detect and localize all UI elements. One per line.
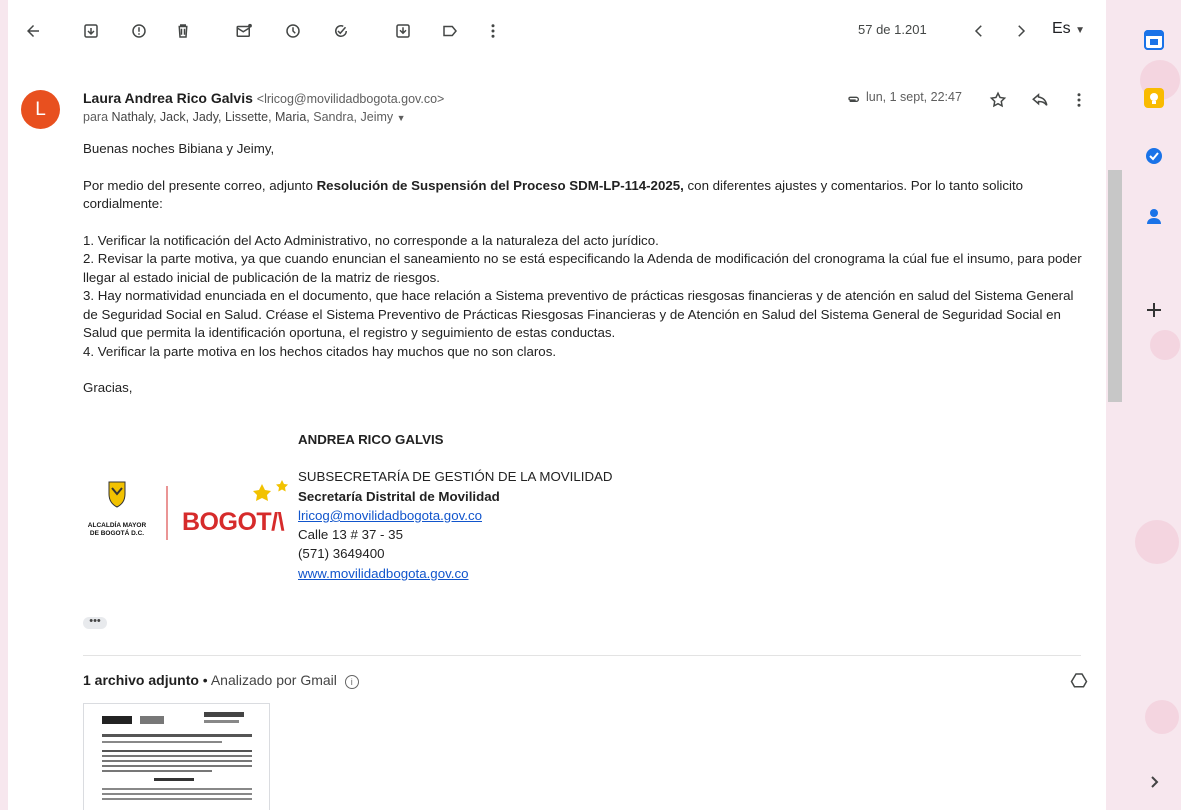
closing: Gracias, [83,380,133,395]
signature-address: Calle 13 # 37 - 35 [298,527,403,543]
logo-left-text-2: DE BOGOTÁ D.C. [89,530,145,537]
chevron-left-icon[interactable] [968,20,990,42]
pager-count: 57 de 1.201 [858,22,927,37]
list-item: 4. Verificar la parte motiva en los hech… [83,343,557,359]
attachments-separator: • [198,672,211,688]
snooze-icon[interactable] [282,20,304,42]
sender-line: Laura Andrea Rico Galvis <lricog@movilid… [83,90,444,106]
add-to-drive-icon[interactable] [1069,670,1089,690]
greeting: Buenas noches Bibiana y Jeimy, [83,141,275,156]
sender-name[interactable]: Laura Andrea Rico Galvis [83,90,253,106]
caret-down-icon: ▼ [1075,25,1086,36]
info-icon[interactable]: i [344,675,359,689]
attachments-count: 1 archivo adjunto [83,672,199,688]
input-tools-button[interactable]: Es ▼ [1052,20,1085,38]
archive-icon[interactable] [80,20,102,42]
signature-logo: ALCALDÍA MAYOR DE BOGOTÁ D.C. BOGOT/\ [86,478,296,548]
signature-block: ANDREA RICO GALVIS SUBSECRETARÍA DE GEST… [298,430,613,583]
reply-icon[interactable] [1030,90,1050,110]
chevron-right-icon[interactable] [1010,20,1032,42]
signature-dept: SUBSECRETARÍA DE GESTIÓN DE LA MOVILIDAD [298,469,613,485]
recipients-line: para Nathaly, Jack, Jady, Lissette, Mari… [83,110,406,124]
intro-bold: Resolución de Suspensión del Proceso SDM… [316,177,684,193]
avatar-letter: L [35,98,46,120]
signature-website-link[interactable]: www.movilidadbogota.gov.co [298,566,469,581]
signature-email-link[interactable]: lricog@movilidadbogota.gov.co [298,508,482,523]
add-task-icon[interactable] [330,20,352,42]
toolbar: 57 de 1.201 Es ▼ [8,0,1106,64]
side-panel-rail [1130,0,1181,810]
intro-before: Por medio del presente correo, adjunto [83,177,317,193]
recipients-prefix: para [83,110,109,124]
list-item: 1. Verificar la notificación del Acto Ad… [83,232,659,248]
star-icon[interactable] [988,90,1008,110]
tasks-icon[interactable] [1144,146,1164,166]
logo-left-text-1: ALCALDÍA MAYOR [87,522,147,529]
sender-email: <lricog@movilidadbogota.gov.co> [256,92,445,106]
recipients-bold: Nathaly, Jack, Jady, Lissette, Maria, [111,110,310,124]
back-arrow-icon[interactable] [22,20,44,42]
input-tools-label: Es [1052,20,1071,37]
attachment-clip-icon [843,90,863,110]
sender-avatar[interactable]: L [21,90,60,129]
more-options-icon[interactable] [1069,90,1089,110]
move-to-icon[interactable] [392,20,414,42]
signature-org: Secretaría Distrital de Movilidad [298,488,500,504]
intro-paragraph: Por medio del presente correo, adjunto R… [83,177,1083,214]
mark-unread-icon[interactable] [233,20,255,42]
message-body: Buenas noches Bibiana y Jeimy, Por medio… [83,140,1083,398]
expand-panel-icon[interactable] [1144,772,1164,792]
signature-phone: (571) 3649400 [298,546,385,562]
report-spam-icon[interactable] [128,20,150,42]
scrollbar-thumb[interactable] [1108,170,1122,402]
keep-icon[interactable] [1144,88,1164,108]
calendar-icon[interactable] [1144,30,1164,50]
contacts-icon[interactable] [1144,206,1164,226]
email-panel: 57 de 1.201 Es ▼ L Laura Andrea Rico Gal… [8,0,1106,810]
message-date: lun, 1 sept, 22:47 [866,90,962,104]
label-icon[interactable] [439,20,461,42]
attachments-header: 1 archivo adjunto • Analizado por Gmail … [83,672,359,689]
attachments-scanned-label: Analizado por Gmail [210,672,337,688]
list-item: 2. Revisar la parte motiva, ya que cuand… [83,251,1082,285]
attachment-thumbnail[interactable] [83,703,270,810]
divider [83,655,1081,656]
recipients-rest: Sandra, Jeimy [313,110,394,124]
more-vert-icon[interactable] [482,20,504,42]
logo-brand-text: BOGOT/\ [182,508,285,536]
show-details-icon[interactable]: ▼ [397,113,406,123]
signature-name: ANDREA RICO GALVIS [298,432,444,447]
delete-icon[interactable] [172,20,194,42]
document-preview-graphic [102,712,252,800]
list-item: 3. Hay normatividad enunciada en el docu… [83,288,1074,340]
add-addon-icon[interactable] [1144,300,1164,320]
show-trimmed-content-button[interactable]: ••• [83,616,107,629]
